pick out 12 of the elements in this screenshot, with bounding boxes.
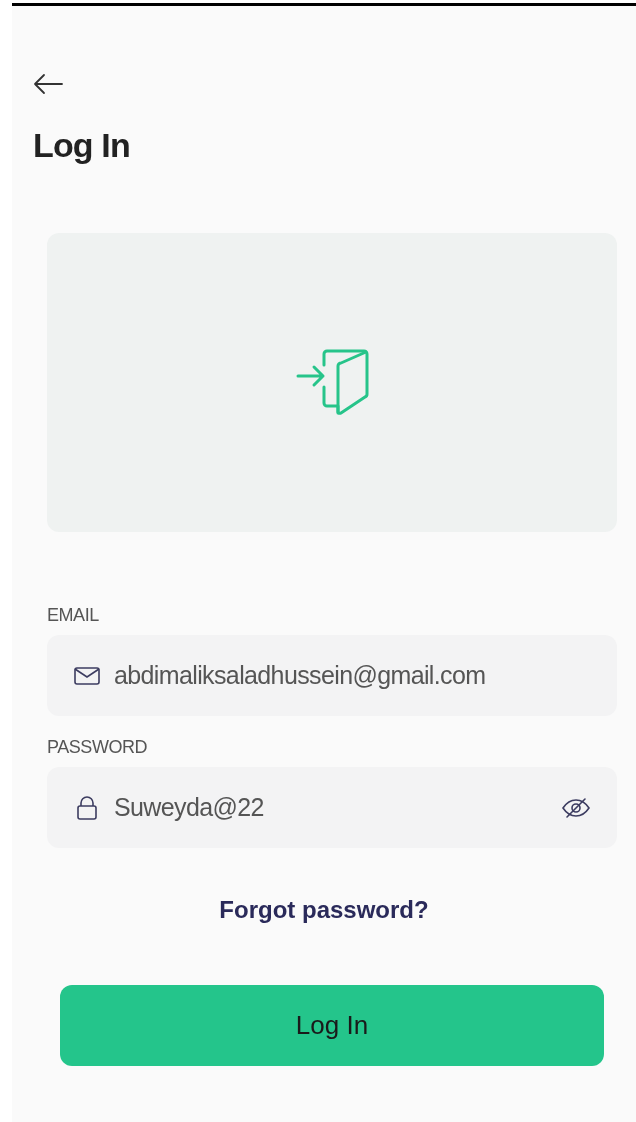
padlock-icon — [77, 795, 97, 820]
login-button[interactable]: Log In — [60, 985, 604, 1066]
field-label: EMAIL — [47, 604, 100, 626]
forgot-password-link[interactable]: Forgot password? — [219, 892, 429, 928]
page-title: Log In — [33, 125, 131, 165]
eye-slash-icon[interactable] — [561, 796, 591, 819]
back-arrow-icon — [32, 73, 64, 95]
email-field[interactable]: abdimaliksaladhussein@gmail.com — [47, 635, 617, 716]
password-field[interactable]: Suweyda@22 — [47, 767, 617, 848]
door-enter-icon — [295, 348, 369, 417]
envelope-icon — [74, 666, 100, 685]
field-label: PASSWORD — [47, 736, 149, 758]
